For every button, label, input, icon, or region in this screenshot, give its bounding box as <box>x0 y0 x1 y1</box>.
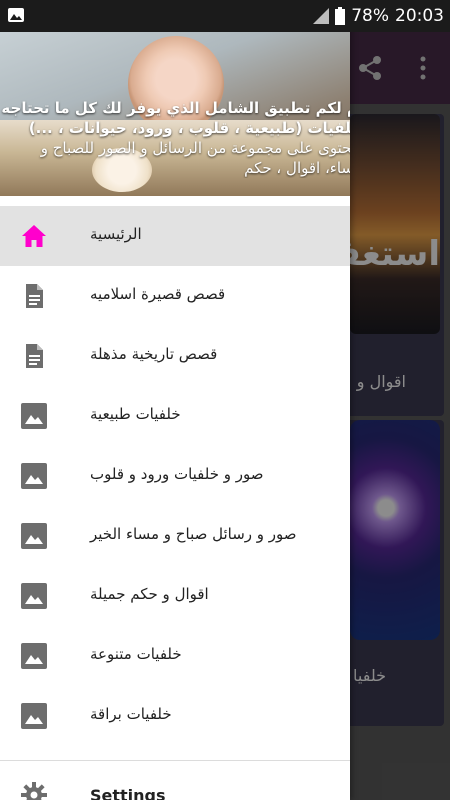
settings-label: Settings <box>90 786 166 800</box>
navigation-drawer: م لكم تطبيق الشامل الذي يوفر لك كل ما تح… <box>0 0 350 800</box>
home-icon <box>22 225 46 247</box>
menu-item-label: صور و خلفيات ورود و قلوب <box>90 465 264 483</box>
menu-item-nature-wallpapers[interactable]: خلفيات طبيعية <box>0 386 350 446</box>
menu-item-quotes-wisdom[interactable]: اقوال و حكم جميلة <box>0 566 350 626</box>
image-icon <box>21 703 47 729</box>
image-icon <box>21 523 47 549</box>
document-icon <box>26 284 43 308</box>
menu-item-label: خلفيات براقة <box>90 705 172 723</box>
menu-item-morning-evening[interactable]: صور و رسائل صباح و مساء الخير <box>0 506 350 566</box>
menu-item-label: قصص قصيرة اسلاميه <box>90 285 226 303</box>
menu-item-home[interactable]: الرئيسية <box>0 206 350 266</box>
header-line: ساء، اقوال ، حكم <box>244 159 350 177</box>
status-time: 20:03 <box>395 6 444 26</box>
document-icon <box>26 344 43 368</box>
menu-item-label: صور و رسائل صباح و مساء الخير <box>90 525 297 543</box>
menu-divider <box>0 760 350 761</box>
menu-item-label: الرئيسية <box>90 225 142 243</box>
menu-item-label: قصص تاريخية مذهلة <box>90 345 218 363</box>
header-description: م لكم تطبيق الشامل الذي يوفر لك كل ما تح… <box>0 98 350 178</box>
menu-item-glitter-wallpapers[interactable]: خلفيات براقة <box>0 686 350 746</box>
gallery-notification-icon <box>8 8 24 22</box>
menu-item-short-islamic-stories[interactable]: قصص قصيرة اسلاميه <box>0 266 350 326</box>
image-icon <box>21 643 47 669</box>
menu-item-label: اقوال و حكم جميلة <box>90 585 209 603</box>
header-line: م لكم تطبيق الشامل الذي يوفر لك كل ما تح… <box>1 99 350 117</box>
signal-icon <box>313 8 330 24</box>
gear-icon <box>21 782 47 800</box>
image-icon <box>21 403 47 429</box>
header-line: خلفيات (طبيعية ، قلوب ، ورود، حيوانات ، … <box>28 119 350 137</box>
menu-item-various-wallpapers[interactable]: خلفيات متنوعة <box>0 626 350 686</box>
menu-item-label: خلفيات طبيعية <box>90 405 181 423</box>
battery-icon <box>335 7 346 25</box>
menu-item-label: خلفيات متنوعة <box>90 645 182 663</box>
menu-item-roses-hearts[interactable]: صور و خلفيات ورود و قلوب <box>0 446 350 506</box>
menu-item-settings[interactable]: Settings <box>0 770 350 800</box>
menu-item-historical-stories[interactable]: قصص تاريخية مذهلة <box>0 326 350 386</box>
status-bar: 78% 20:03 <box>0 0 450 32</box>
image-icon <box>21 463 47 489</box>
battery-percent: 78% <box>351 6 389 26</box>
header-line: يحتوى على مجموعة من الرسائل و الصور للصب… <box>40 139 350 157</box>
drawer-menu: الرئيسية قصص قصيرة اسلاميه قصص تاريخية م… <box>0 206 350 746</box>
image-icon <box>21 583 47 609</box>
